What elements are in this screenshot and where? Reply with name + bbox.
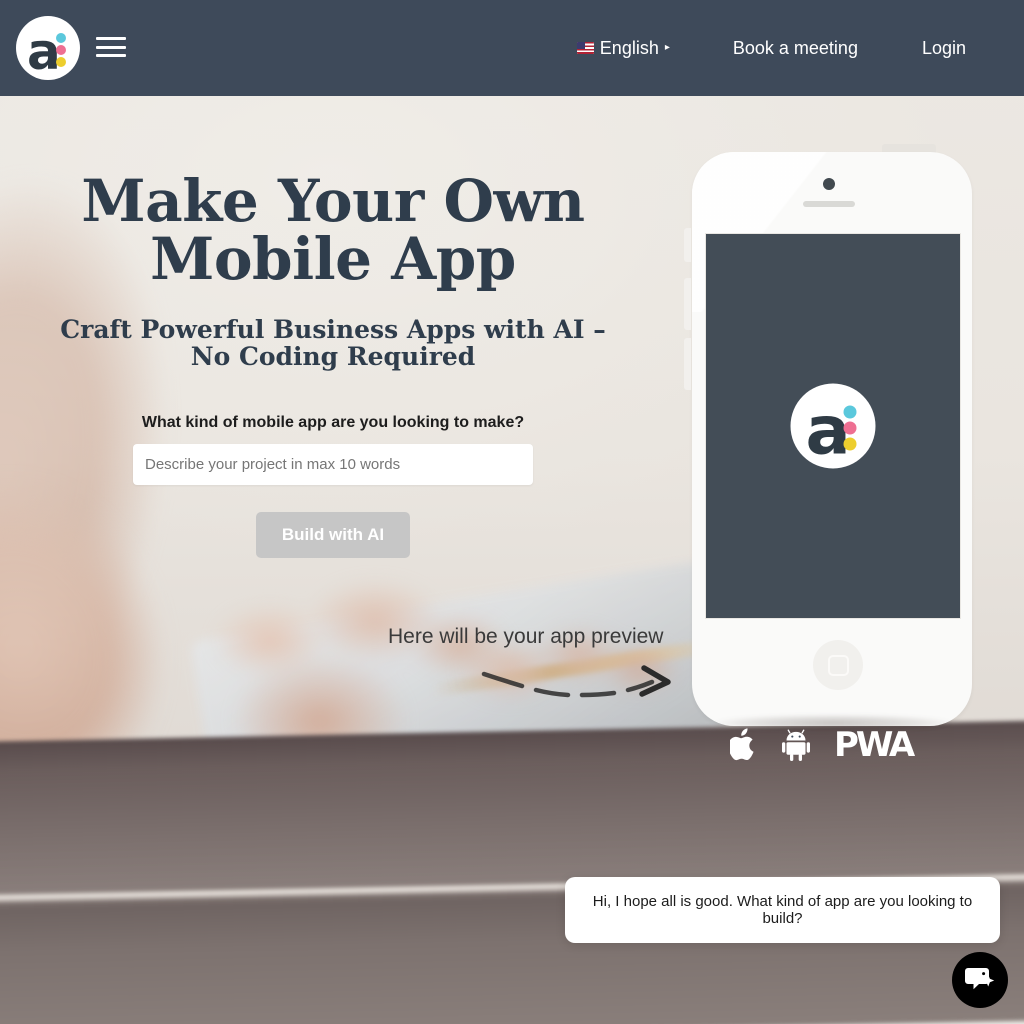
appmachine-logo-icon: a [16,16,80,81]
home-button [813,640,863,690]
phone-logo-dot-cyan-icon [843,405,857,419]
pwa-icon: PWA [834,725,915,765]
app-preview-note: Here will be your app preview [388,625,664,648]
build-with-ai-button[interactable]: Build with AI [255,512,411,558]
hamburger-bar-1 [96,37,126,40]
hamburger-menu-icon[interactable] [96,34,126,60]
hamburger-bar-3 [96,54,126,57]
front-camera-icon [823,178,835,190]
app-idea-input[interactable] [133,444,533,485]
volume-up-button [684,278,691,330]
site-header: a English ▸ Book a meeting Login [0,0,1024,96]
site-logo[interactable]: a [16,16,80,81]
hero-text-block: Make Your Own Mobile App Craft Powerful … [0,96,666,370]
platform-icons: PWA [730,725,915,765]
phone-mockup: a [676,140,986,740]
app-idea-label: What kind of mobile app are you looking … [141,414,525,431]
earpiece-speaker [803,201,855,207]
phone-logo-dot-pink-icon [843,421,857,435]
logo-dot-yellow-icon [56,57,66,67]
chat-greeting-bubble: Hi, I hope all is good. What kind of app… [565,877,1000,943]
chevron-right-icon: ▸ [664,42,670,53]
language-selector[interactable]: English ▸ [576,37,670,59]
phone-logo-dot-yellow-icon [843,437,857,451]
apple-icon [730,728,754,761]
volume-down-button [684,338,691,390]
language-label: English [599,37,659,58]
phone-screen: a [705,233,961,619]
chat-sparkle-icon [965,968,995,990]
header-nav: English ▸ Book a meeting Login [576,0,1024,96]
login-link[interactable]: Login [922,38,966,59]
silent-switch [684,228,691,262]
home-button-square-icon [827,654,849,676]
chat-launcher-button[interactable] [952,952,1008,1008]
app-idea-form: What kind of mobile app are you looking … [133,414,533,558]
hero-subtitle: Craft Powerful Business Apps with AI – N… [60,315,606,371]
dashed-arrow-right-icon [481,665,671,698]
logo-dot-cyan-icon [56,33,66,43]
phone-screen-logo-icon: a [790,383,876,470]
hero-title: Make Your Own Mobile App [68,172,598,288]
logo-dot-pink-icon [56,45,66,55]
book-meeting-link[interactable]: Book a meeting [733,38,858,59]
hero-title-line-2: Mobile App [150,225,516,293]
us-flag-icon [576,42,594,54]
hamburger-bar-2 [96,45,126,49]
android-icon [782,729,810,761]
